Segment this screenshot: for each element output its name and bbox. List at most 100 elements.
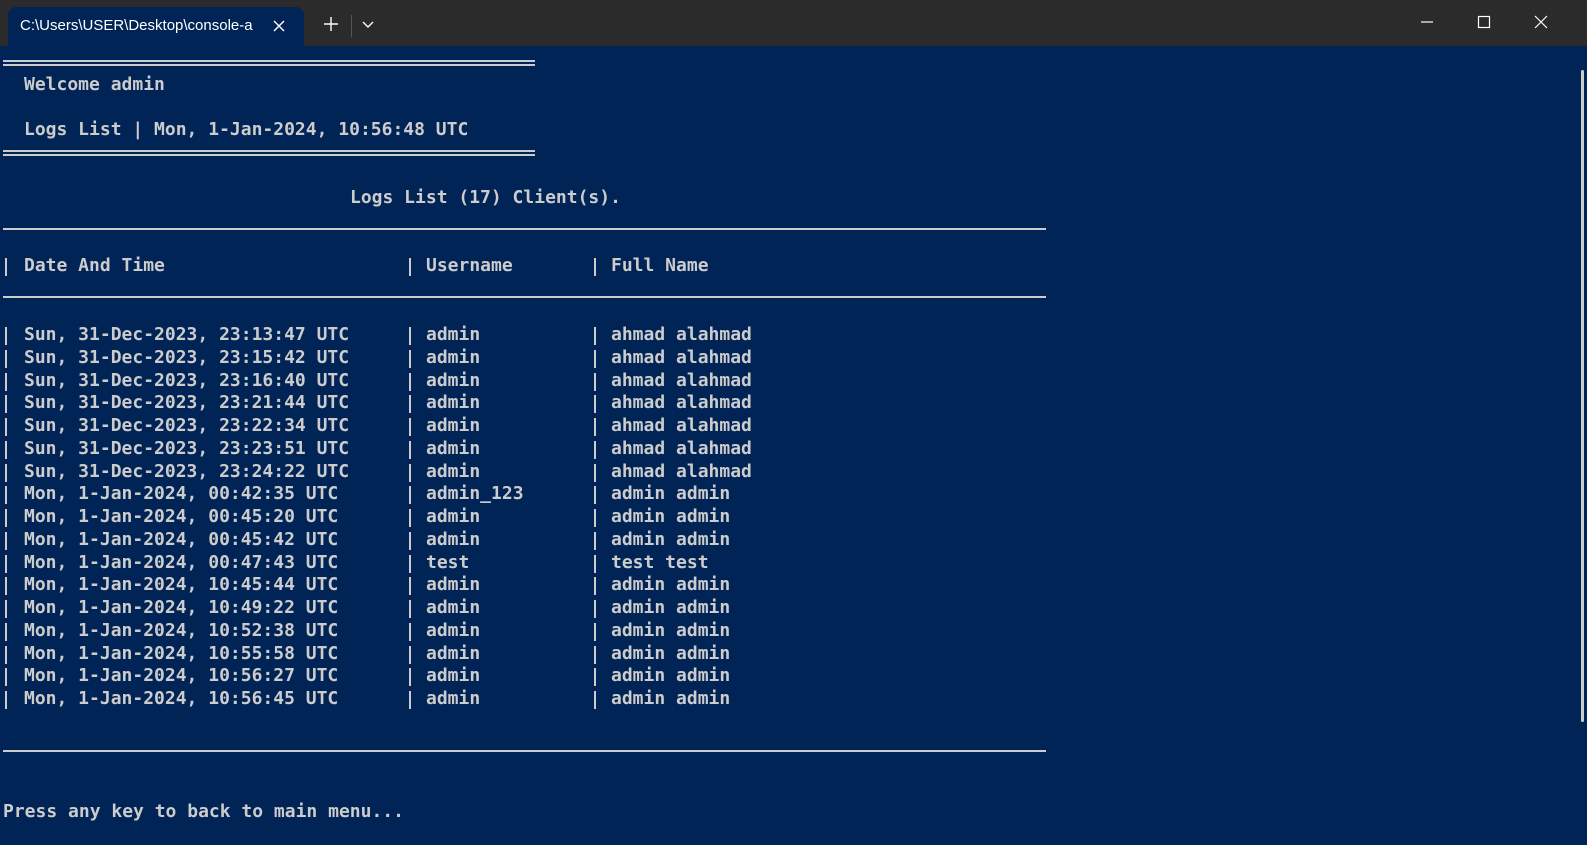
table-top-rule (3, 228, 1046, 230)
column-separator (409, 577, 411, 596)
column-separator (5, 509, 7, 527)
cell-full-name: admin admin (611, 665, 731, 687)
header-bottom-rule (3, 150, 535, 156)
table-header: Date And Time Username Full Name (0, 255, 1046, 278)
column-separator (594, 600, 596, 618)
cell-full-name: ahmad alahmad (611, 415, 752, 436)
cell-full-name: admin admin (611, 483, 731, 505)
maximize-icon[interactable] (1470, 8, 1498, 36)
column-separator (409, 440, 411, 459)
column-separator (5, 691, 7, 709)
chevron-down-icon[interactable] (356, 12, 380, 36)
column-separator (594, 645, 596, 664)
table-row: Mon, 1-Jan-2024, 00:47:43 UTC test test te… (0, 552, 1046, 575)
table-row: Mon, 1-Jan-2024, 00:45:42 UTC admin admin … (0, 529, 1046, 552)
cell-full-name: admin admin (611, 642, 731, 664)
table-row: Sun, 31-Dec-2023, 23:16:40 UTC admin ahmad… (0, 370, 1046, 393)
cell-username: admin (426, 619, 481, 641)
title-bar: C:\Users\USER\Desktop\console-a (0, 0, 1587, 46)
cell-full-name: ahmad alahmad (611, 369, 752, 391)
cell-date-time: Sun, 31-Dec-2023, 23:16:40 UTC (24, 369, 350, 391)
cell-date-time: Mon, 1-Jan-2024, 10:56:45 UTC (24, 688, 339, 709)
cell-full-name: admin admin (611, 574, 731, 596)
column-separator (5, 668, 7, 687)
column-separator (5, 600, 7, 618)
table-row: Mon, 1-Jan-2024, 00:42:35 UTC admin_123 ad… (0, 483, 1046, 506)
column-header-fullname: Full Name (611, 255, 709, 276)
column-separator (409, 554, 411, 573)
table-row: Sun, 31-Dec-2023, 23:24:22 UTC admin ahmad… (0, 461, 1046, 484)
cell-username: admin (426, 369, 481, 391)
cell-username: admin (426, 528, 481, 550)
table-row: Mon, 1-Jan-2024, 10:52:38 UTC admin admin … (0, 620, 1046, 643)
column-separator (594, 327, 596, 345)
column-separator (409, 258, 411, 276)
cell-date-time: Mon, 1-Jan-2024, 10:49:22 UTC (24, 597, 339, 618)
cell-date-time: Sun, 31-Dec-2023, 23:23:51 UTC (24, 437, 350, 459)
terminal-output[interactable]: Welcome admin Logs List | Mon, 1-Jan-202… (0, 46, 1587, 845)
cell-date-time: Mon, 1-Jan-2024, 00:42:35 UTC (24, 483, 339, 505)
cell-full-name: admin admin (611, 528, 731, 550)
column-separator (409, 645, 411, 664)
minimize-icon[interactable] (1413, 8, 1441, 36)
header-top-rule (3, 60, 535, 66)
cell-username: admin (426, 346, 481, 368)
cell-date-time: Mon, 1-Jan-2024, 00:45:20 UTC (24, 506, 339, 527)
column-separator (594, 691, 596, 709)
cell-date-time: Mon, 1-Jan-2024, 00:47:43 UTC (24, 551, 339, 573)
cell-username: admin (426, 392, 481, 414)
close-tab-icon[interactable] (268, 15, 290, 37)
column-separator (5, 349, 7, 368)
cell-date-time: Sun, 31-Dec-2023, 23:13:47 UTC (24, 324, 350, 345)
tab-divider (351, 15, 352, 37)
column-separator (5, 395, 7, 414)
cell-username: admin (426, 597, 481, 618)
column-separator (5, 258, 7, 276)
welcome-text: Welcome admin (24, 74, 165, 95)
column-separator (409, 395, 411, 414)
scrollbar[interactable] (1581, 70, 1584, 722)
table-header-rule (3, 296, 1046, 298)
column-separator (5, 554, 7, 573)
terminal-window: C:\Users\USER\Desktop\console-a Welcome … (0, 0, 1587, 845)
column-separator (594, 349, 596, 368)
table-row: Sun, 31-Dec-2023, 23:13:47 UTC admin ahmad… (0, 324, 1046, 347)
column-separator (5, 463, 7, 482)
column-separator (5, 486, 7, 505)
cell-date-time: Mon, 1-Jan-2024, 10:56:27 UTC (24, 665, 339, 687)
cell-date-time: Mon, 1-Jan-2024, 10:45:44 UTC (24, 574, 339, 596)
cell-username: admin (426, 506, 481, 527)
column-separator (594, 258, 596, 276)
column-separator (594, 395, 596, 414)
cell-full-name: ahmad alahmad (611, 346, 752, 368)
cell-full-name: admin admin (611, 619, 731, 641)
new-tab-plus-icon[interactable] (319, 12, 343, 36)
tab-console[interactable]: C:\Users\USER\Desktop\console-a (8, 7, 304, 46)
column-separator (594, 554, 596, 573)
cell-username: admin_123 (426, 483, 524, 505)
column-separator (594, 418, 596, 436)
column-separator (5, 531, 7, 550)
cell-username: admin (426, 574, 481, 596)
cell-full-name: admin admin (611, 597, 731, 618)
cell-full-name: ahmad alahmad (611, 392, 752, 414)
column-separator (409, 418, 411, 436)
cell-date-time: Sun, 31-Dec-2023, 23:21:44 UTC (24, 392, 350, 414)
cell-full-name: ahmad alahmad (611, 437, 752, 459)
column-separator (5, 327, 7, 345)
column-separator (594, 372, 596, 391)
close-window-icon[interactable] (1527, 8, 1555, 36)
table-bottom-rule (3, 750, 1046, 752)
cell-date-time: Mon, 1-Jan-2024, 10:52:38 UTC (24, 619, 339, 641)
column-separator (409, 349, 411, 368)
column-separator (409, 600, 411, 618)
cell-date-time: Mon, 1-Jan-2024, 00:45:42 UTC (24, 528, 339, 550)
cell-date-time: Mon, 1-Jan-2024, 10:55:58 UTC (24, 642, 339, 664)
cell-full-name: admin admin (611, 688, 731, 709)
table-row: Mon, 1-Jan-2024, 10:49:22 UTC admin admin … (0, 597, 1046, 620)
table-row: Sun, 31-Dec-2023, 23:15:42 UTC admin ahmad… (0, 347, 1046, 370)
cell-username: admin (426, 688, 481, 709)
column-separator (5, 440, 7, 459)
column-header-username: Username (426, 255, 513, 276)
column-separator (594, 486, 596, 505)
